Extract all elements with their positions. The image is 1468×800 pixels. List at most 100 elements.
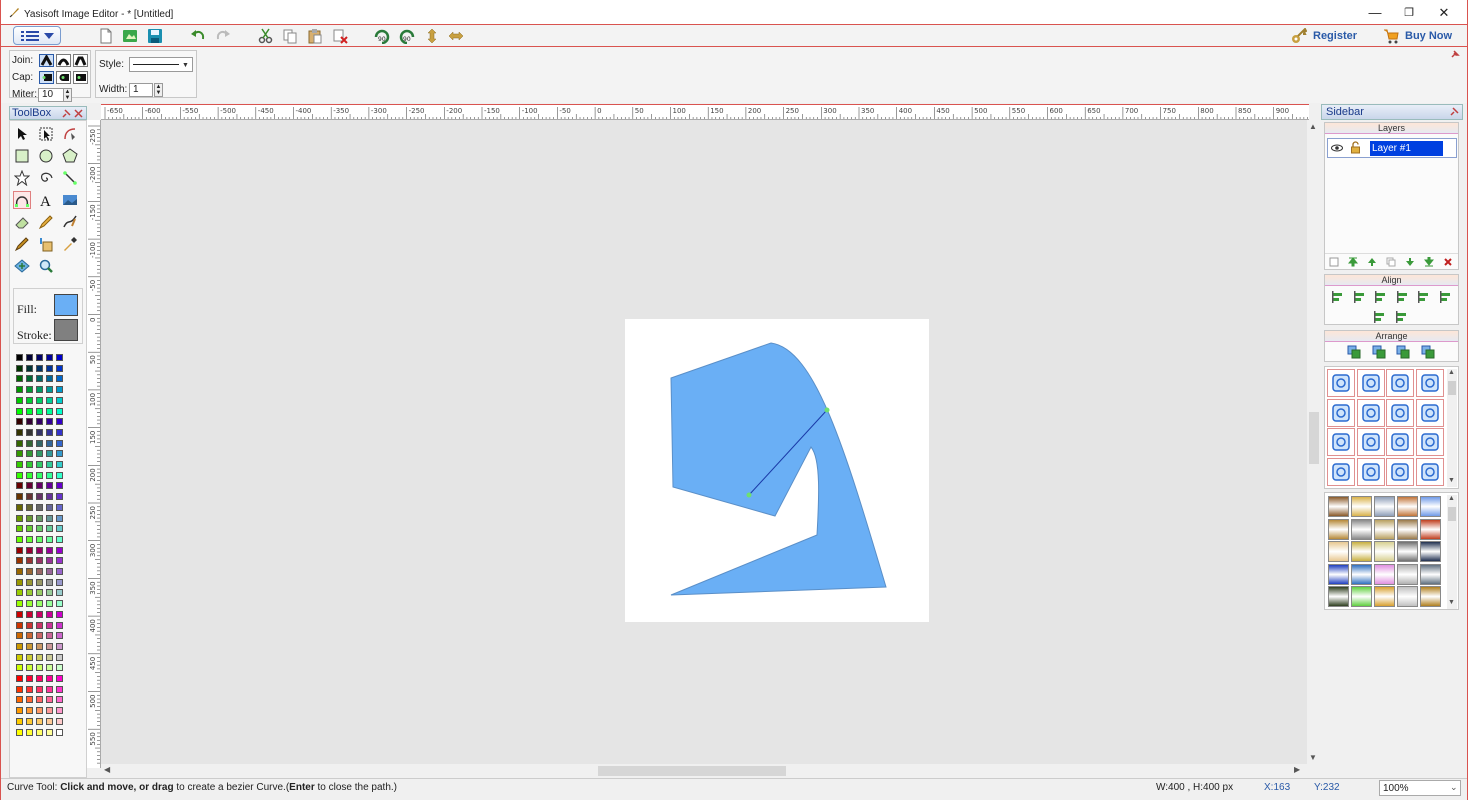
app-menu-button[interactable] <box>13 26 61 45</box>
palette-swatch[interactable] <box>46 621 53 629</box>
cap-flat-option[interactable] <box>39 71 54 84</box>
palette-swatch[interactable] <box>46 707 53 715</box>
gradient-swatch[interactable] <box>1328 496 1349 517</box>
rain-cloud-icon[interactable] <box>1386 369 1414 397</box>
rotate-right-icon[interactable]: 90 <box>399 28 415 44</box>
palette-swatch[interactable] <box>56 568 63 575</box>
presentation-icon[interactable] <box>1356 428 1385 456</box>
palette-swatch[interactable] <box>46 653 53 661</box>
palette-swatch[interactable] <box>56 461 63 468</box>
palette-swatch[interactable] <box>56 482 63 490</box>
palette-swatch[interactable] <box>26 557 33 565</box>
lock-icon[interactable] <box>1350 141 1361 154</box>
palette-swatch[interactable] <box>26 578 33 586</box>
thermometer-icon[interactable] <box>1327 398 1355 427</box>
palette-swatch[interactable] <box>56 621 63 629</box>
scroll-up-icon[interactable]: ▲ <box>1309 122 1317 131</box>
rotate-left-icon[interactable]: 90 <box>374 28 390 44</box>
gradient-scroll-thumb[interactable] <box>1448 507 1456 521</box>
marker-tool-icon[interactable] <box>13 235 31 253</box>
palette-swatch[interactable] <box>26 525 33 533</box>
palette-swatch[interactable] <box>56 589 63 597</box>
move-layer-bottom-icon[interactable] <box>1424 257 1434 267</box>
clipart-scrollbar[interactable]: ▲ ▼ <box>1447 369 1457 487</box>
palette-swatch[interactable] <box>46 642 53 650</box>
gradient-swatch[interactable] <box>1397 541 1418 562</box>
palette-swatch[interactable] <box>16 450 23 458</box>
palette-swatch[interactable] <box>36 493 43 501</box>
palette-swatch[interactable] <box>46 685 53 693</box>
copy-icon[interactable] <box>282 28 298 44</box>
palette-swatch[interactable] <box>36 728 43 736</box>
palette-swatch[interactable] <box>16 685 23 693</box>
palette-swatch[interactable] <box>56 546 63 554</box>
palette-swatch[interactable] <box>46 461 53 468</box>
zoom-dropdown[interactable]: 100% ⌄ <box>1379 780 1461 796</box>
palette-swatch[interactable] <box>56 557 63 565</box>
palette-swatch[interactable] <box>16 653 23 661</box>
palette-swatch[interactable] <box>16 364 23 372</box>
video-camera-icon[interactable] <box>1386 428 1414 456</box>
gradient-swatch[interactable] <box>1420 541 1441 562</box>
move-layer-down-icon[interactable] <box>1405 257 1415 267</box>
align-left-icon[interactable] <box>1331 290 1345 304</box>
buy-now-button[interactable]: Buy Now <box>1383 27 1452 45</box>
palette-swatch[interactable] <box>26 503 33 511</box>
palette-swatch[interactable] <box>56 525 63 533</box>
palette-swatch[interactable] <box>26 354 33 361</box>
palette-swatch[interactable] <box>46 600 53 608</box>
palette-swatch[interactable] <box>16 557 23 565</box>
palette-swatch[interactable] <box>26 621 33 629</box>
cap-round-option[interactable] <box>56 71 71 84</box>
new-layer-icon[interactable] <box>1329 257 1339 267</box>
palette-swatch[interactable] <box>56 386 63 394</box>
palette-swatch[interactable] <box>46 407 53 415</box>
pin-icon[interactable] <box>1450 107 1459 116</box>
redo-icon[interactable] <box>215 28 231 44</box>
palette-swatch[interactable] <box>16 696 23 704</box>
gradient-swatch[interactable] <box>1397 563 1418 585</box>
brush-tool-icon[interactable] <box>61 213 79 231</box>
distribute-vertical-icon[interactable] <box>1395 310 1409 324</box>
palette-swatch[interactable] <box>26 707 33 715</box>
palette-swatch[interactable] <box>16 482 23 490</box>
palette-swatch[interactable] <box>46 535 53 543</box>
join-bevel-option[interactable] <box>73 54 88 67</box>
palette-swatch[interactable] <box>46 675 53 682</box>
palette-swatch[interactable] <box>56 428 63 436</box>
list-view-icon[interactable] <box>1386 398 1414 427</box>
gradient-swatch[interactable] <box>1351 563 1372 585</box>
palette-swatch[interactable] <box>36 685 43 693</box>
curve-shape[interactable] <box>670 342 887 596</box>
close-button[interactable]: ✕ <box>1434 5 1454 21</box>
clipart-scroll-thumb[interactable] <box>1448 381 1456 395</box>
palette-swatch[interactable] <box>26 685 33 693</box>
hand-pan-tool-icon[interactable] <box>13 257 31 275</box>
palette-swatch[interactable] <box>46 503 53 511</box>
palette-swatch[interactable] <box>36 675 43 682</box>
palette-swatch[interactable] <box>56 493 63 501</box>
palette-swatch[interactable] <box>46 364 53 372</box>
align-bottom-icon[interactable] <box>1439 290 1453 304</box>
palette-swatch[interactable] <box>46 493 53 501</box>
palette-swatch[interactable] <box>46 525 53 533</box>
palette-swatch[interactable] <box>16 546 23 554</box>
palette-swatch[interactable] <box>36 471 43 479</box>
palette-swatch[interactable] <box>36 610 43 618</box>
scroll-right-icon[interactable]: ▶ <box>1294 765 1300 774</box>
palette-swatch[interactable] <box>26 696 33 704</box>
palette-swatch[interactable] <box>56 717 63 725</box>
cloudy-icon[interactable] <box>1415 369 1444 397</box>
palette-swatch[interactable] <box>26 642 33 650</box>
text-tool-icon[interactable]: A <box>37 191 55 209</box>
palette-swatch[interactable] <box>26 535 33 543</box>
scroll-up-icon[interactable]: ▲ <box>1448 495 1455 502</box>
layer-name[interactable]: Layer #1 <box>1370 141 1443 156</box>
palette-swatch[interactable] <box>46 717 53 725</box>
restore-button[interactable]: ❐ <box>1399 5 1419 21</box>
rectangle-tool-icon[interactable] <box>13 147 31 165</box>
palette-swatch[interactable] <box>16 717 23 725</box>
palette-swatch[interactable] <box>56 685 63 693</box>
palette-swatch[interactable] <box>46 589 53 597</box>
palette-swatch[interactable] <box>46 354 53 361</box>
